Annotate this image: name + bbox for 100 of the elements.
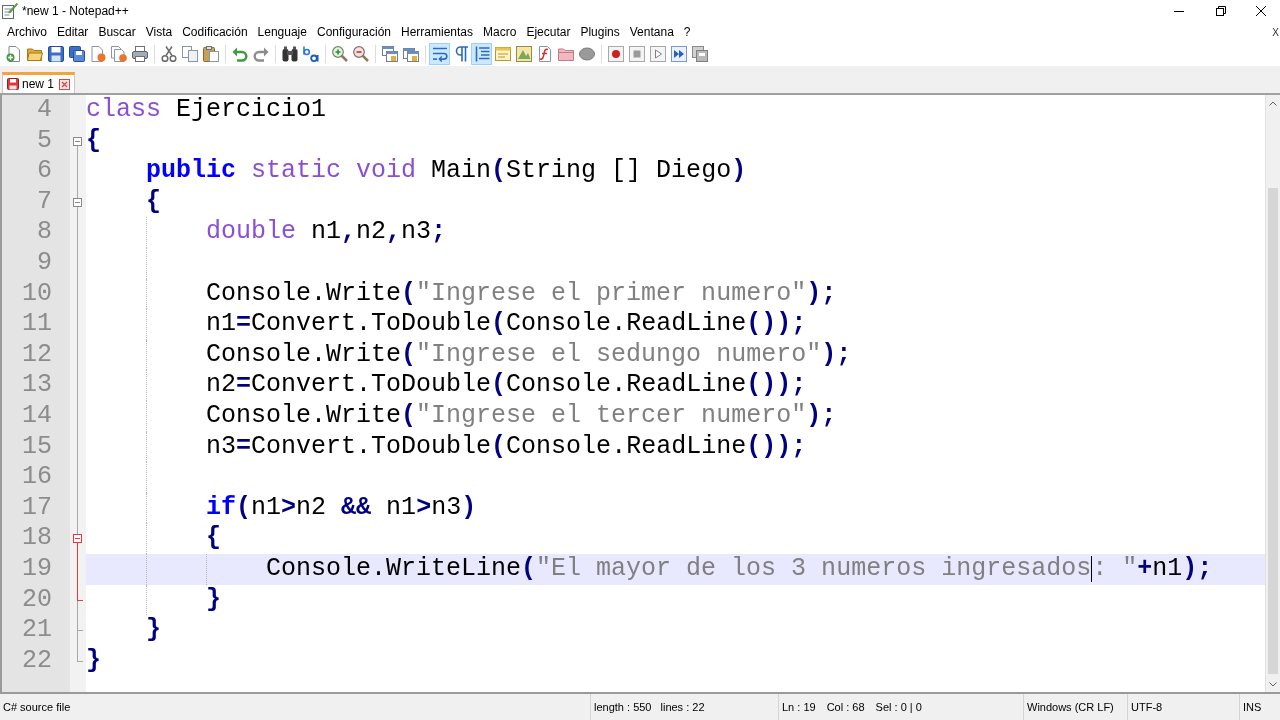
menu-item[interactable]: Herramientas [396, 23, 479, 41]
menu-item[interactable]: ? [678, 23, 696, 41]
windows-lock-icon [402, 46, 419, 62]
indent-guide-button[interactable] [471, 43, 492, 65]
word-wrap-button[interactable] [429, 43, 450, 65]
collapse-icon[interactable] [73, 197, 82, 207]
code-line: Console.Write("Ingrese el sedungo numero"); [206, 339, 852, 371]
printer-icon [131, 46, 148, 62]
play-icon [649, 46, 666, 62]
line-number: 22 [22, 645, 52, 677]
scrollbar[interactable] [1265, 95, 1280, 692]
scrollbar-thumb[interactable] [1268, 188, 1278, 674]
line-number: 16 [22, 462, 52, 493]
page-plus-icon [5, 46, 22, 62]
letter-shapes-icon [302, 46, 319, 62]
minimize-icon [1174, 10, 1184, 12]
length-label: length : 550 [594, 699, 652, 715]
file-type-label: C# source file [3, 699, 71, 715]
folder-icon [557, 46, 574, 62]
lines-label: lines : 22 [660, 699, 705, 715]
close-document-button[interactable]: X [1272, 24, 1279, 40]
save-button[interactable] [45, 43, 66, 65]
clipboard-icon [202, 46, 219, 62]
selection-label: Sel : 0 | 0 [875, 699, 922, 715]
close-icon[interactable] [59, 78, 71, 90]
line-number: 5 [37, 125, 52, 157]
save-all-button[interactable] [66, 43, 87, 65]
zoom-in-icon [331, 46, 348, 62]
scroll-down-icon[interactable] [1269, 681, 1277, 687]
line-number: 20 [22, 584, 52, 616]
zoom-out-icon [352, 46, 369, 62]
menu-item[interactable]: Codificación [177, 23, 253, 41]
floppy-disks-icon [68, 46, 85, 62]
scroll-up-icon[interactable] [1269, 100, 1277, 106]
undo-arrow-icon [231, 46, 248, 62]
collapse-icon[interactable] [73, 534, 82, 544]
playback-button[interactable] [647, 43, 668, 65]
menu-item[interactable]: Macro [478, 23, 522, 41]
panel-icon [494, 46, 511, 62]
cut-button[interactable] [158, 43, 179, 65]
paste-button[interactable] [200, 43, 221, 65]
code-line: n2=Convert.ToDouble(Console.ReadLine()); [206, 370, 807, 401]
folder-icon [26, 46, 43, 62]
line-number: 19 [22, 553, 52, 585]
line-number: 8 [37, 217, 52, 248]
windows-lock-icon [381, 46, 398, 62]
line-number: 12 [22, 339, 52, 371]
line-number: 9 [37, 247, 52, 279]
print-button[interactable] [129, 43, 150, 65]
record-icon [607, 46, 624, 62]
document-tab[interactable]: new 1 [2, 72, 76, 93]
scissors-icon [160, 46, 177, 62]
document-map-button[interactable] [513, 43, 534, 65]
menu-item[interactable]: Buscar [93, 23, 141, 41]
line-number: 18 [22, 523, 52, 554]
stop-icon [628, 46, 645, 62]
code-line: if(n1>n2 && n1>n3) [206, 492, 477, 524]
menu-item[interactable]: Editar [52, 23, 94, 41]
disc-icon [578, 46, 595, 62]
sync-vertical-button[interactable] [379, 43, 400, 65]
copy-button[interactable] [179, 43, 200, 65]
code-line: { [146, 186, 161, 218]
run-macro-multiple-button[interactable] [668, 43, 689, 65]
close-icon [1256, 6, 1266, 16]
line-number: 10 [22, 278, 52, 310]
redo-arrow-icon [252, 46, 269, 62]
code-line: Console.Write("Ingrese el tercer numero"); [206, 400, 837, 432]
menu-item[interactable]: Vista [140, 23, 178, 41]
collapse-icon[interactable] [73, 136, 82, 146]
menu-item[interactable]: Archivo [2, 23, 52, 41]
menu-item[interactable]: Configuración [311, 23, 396, 41]
encoding-label: UTF-8 [1131, 699, 1163, 715]
cursor-line-label: Ln : 19 [782, 699, 816, 715]
indent-lines-icon [473, 46, 490, 62]
stop-recording-button[interactable] [626, 43, 647, 65]
menu-item[interactable]: Ventana [624, 23, 679, 41]
text-cursor [1091, 556, 1093, 583]
menu-item[interactable]: Ejecutar [521, 23, 576, 41]
code-line: { [206, 523, 222, 554]
menu-item[interactable]: Lenguaje [252, 23, 312, 41]
line-number: 15 [22, 431, 52, 463]
line-number: 11 [22, 309, 52, 340]
pages-icon [181, 46, 198, 62]
code-line: n1=Convert.ToDouble(Console.ReadLine()); [206, 309, 807, 340]
windows-stack-icon [691, 46, 708, 62]
code-line: { [86, 125, 101, 157]
close-all-button[interactable] [108, 43, 129, 65]
restore-icon [1216, 6, 1226, 16]
map-icon [515, 46, 532, 62]
binoculars-icon [281, 46, 298, 62]
line-number: 14 [22, 400, 52, 432]
menu-item[interactable]: Plugins [575, 23, 625, 41]
code-line: : "+n1); [1092, 553, 1213, 585]
cursor-column-label: Col : 68 [826, 699, 865, 715]
line-number: 4 [37, 95, 52, 126]
record-macro-button[interactable] [605, 43, 626, 65]
wrap-lines-icon [431, 46, 448, 62]
code-line: } [86, 645, 101, 677]
line-number: 6 [37, 156, 52, 187]
save-macro-button[interactable] [689, 43, 710, 65]
